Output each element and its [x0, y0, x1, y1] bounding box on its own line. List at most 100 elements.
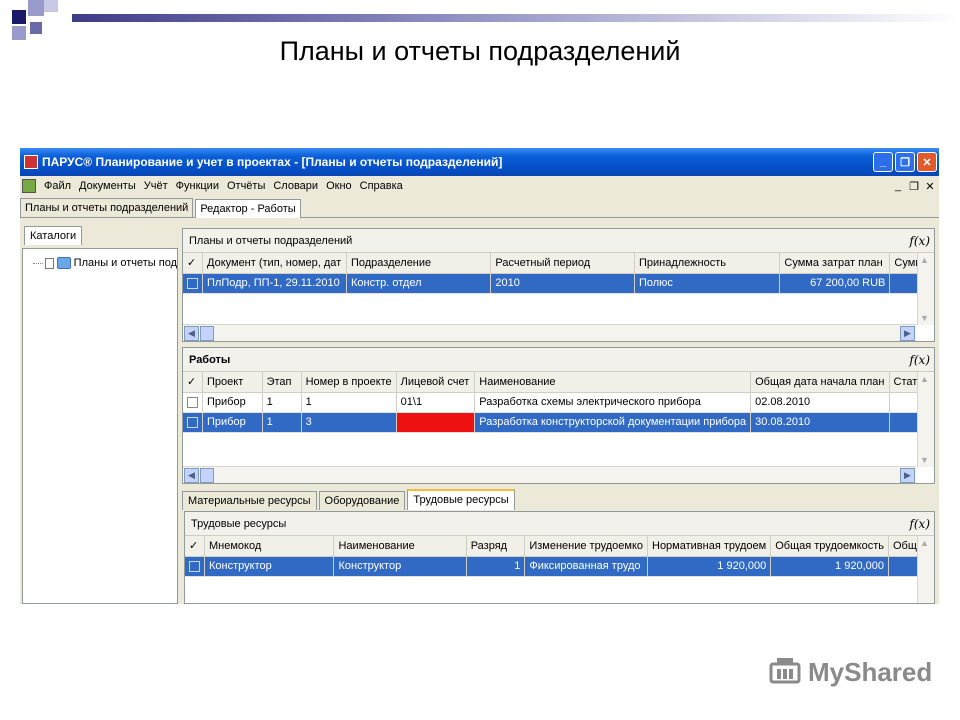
tab-catalogs[interactable]: Каталоги — [24, 226, 83, 245]
column-header-project[interactable]: Проект — [202, 372, 263, 393]
cell-change[interactable]: Фиксированная трудо — [524, 556, 648, 577]
plans-table: ✓ Документ (тип, номер, дат Подразделени… — [183, 253, 934, 294]
column-header-account[interactable]: Лицевой счет — [396, 372, 476, 393]
column-header-code[interactable]: Мнемокод — [204, 536, 335, 557]
app-icon — [24, 155, 38, 169]
table-row[interactable]: Прибор 1 3 01\1 Разработка конструкторск… — [183, 412, 935, 433]
table-row[interactable]: Конструктор Конструктор 1 Фиксированная … — [185, 556, 935, 577]
table-row[interactable]: ПлПодр, ПП-1, 29.11.2010 Констр. отдел 2… — [183, 273, 934, 294]
scroll-down-icon[interactable]: ▼ — [920, 455, 929, 465]
scroll-left-icon[interactable]: ◀ — [184, 326, 199, 341]
column-header-change[interactable]: Изменение трудоемко — [524, 536, 648, 557]
column-header-period[interactable]: Расчетный период — [490, 253, 635, 274]
tab-equipment[interactable]: Оборудование — [318, 491, 406, 510]
column-header-name[interactable]: Наименование — [333, 536, 467, 557]
cell-name[interactable]: Разработка конструкторской документации … — [474, 412, 752, 433]
menu-reports[interactable]: Отчёты — [223, 180, 269, 192]
labor-vertical-scrollbar[interactable]: ▲ — [917, 536, 934, 603]
scroll-right-icon[interactable]: ▶ — [900, 468, 915, 483]
scroll-up-icon[interactable]: ▲ — [920, 374, 929, 384]
cell-total[interactable]: 1 920,000 — [770, 556, 889, 577]
scroll-up-icon[interactable]: ▲ — [920, 255, 929, 265]
column-header-number[interactable]: Номер в проекте — [301, 372, 397, 393]
table-row[interactable]: Прибор 1 1 01\1 Разработка схемы электри… — [183, 392, 935, 413]
menu-file[interactable]: Файл — [40, 180, 75, 192]
mdi-minimize-button[interactable]: _ — [891, 180, 905, 192]
column-header-department[interactable]: Подразделение — [346, 253, 492, 274]
works-horizontal-scrollbar[interactable]: ◀ ▶ — [183, 466, 916, 483]
column-header-check[interactable]: ✓ — [183, 253, 203, 274]
column-header-name[interactable]: Наименование — [474, 372, 752, 393]
plans-horizontal-scrollbar[interactable]: ◀ ▶ — [183, 324, 916, 341]
scroll-thumb[interactable] — [200, 468, 214, 483]
tab-works-editor[interactable]: Редактор - Работы — [195, 199, 301, 218]
row-checkbox-cell[interactable] — [183, 273, 203, 294]
cell-number[interactable]: 1 — [301, 392, 397, 413]
cell-normative[interactable]: 1 920,000 — [647, 556, 772, 577]
tree-item[interactable]: Планы и отчеты под — [33, 257, 177, 269]
row-checkbox[interactable] — [187, 416, 198, 428]
minimize-button[interactable]: _ — [873, 152, 893, 172]
cell-stage[interactable]: 1 — [262, 412, 302, 433]
menu-documents[interactable]: Документы — [75, 180, 140, 192]
fx-icon[interactable]: f(x) — [909, 517, 930, 531]
column-header-start-date[interactable]: Общая дата начала план — [750, 372, 890, 393]
cell-document[interactable]: ПлПодр, ПП-1, 29.11.2010 — [202, 273, 347, 294]
cell-start-date[interactable]: 30.08.2010 — [750, 412, 890, 433]
menu-help[interactable]: Справка — [356, 180, 407, 192]
mdi-close-button[interactable]: ✕ — [923, 180, 937, 193]
tab-plans-reports[interactable]: Планы и отчеты подразделений — [20, 198, 194, 217]
cell-belonging[interactable]: Полюс — [634, 273, 781, 294]
menu-functions[interactable]: Функции — [172, 180, 223, 192]
maximize-button[interactable]: ❐ — [895, 152, 915, 172]
scroll-thumb[interactable] — [200, 326, 214, 341]
close-button[interactable]: ✕ — [917, 152, 937, 172]
tab-material-resources[interactable]: Материальные ресурсы — [182, 491, 317, 510]
cell-name[interactable]: Разработка схемы электрического прибора — [474, 392, 752, 413]
cell-account[interactable]: 01\1 — [396, 412, 476, 433]
column-header-grade[interactable]: Разряд — [466, 536, 526, 557]
row-checkbox[interactable] — [187, 396, 198, 408]
column-header-document[interactable]: Документ (тип, номер, дат — [202, 253, 347, 274]
cell-grade[interactable]: 1 — [466, 556, 526, 577]
menu-window[interactable]: Окно — [322, 180, 356, 192]
cell-number[interactable]: 3 — [301, 412, 397, 433]
cell-code[interactable]: Конструктор — [204, 556, 335, 577]
cell-start-date[interactable]: 02.08.2010 — [750, 392, 890, 413]
cell-project[interactable]: Прибор — [202, 392, 263, 413]
row-checkbox-cell[interactable] — [185, 556, 205, 577]
works-vertical-scrollbar[interactable]: ▲ ▼ — [917, 372, 934, 467]
row-checkbox-cell[interactable] — [183, 392, 203, 413]
column-header-normative[interactable]: Нормативная трудоем — [647, 536, 772, 557]
scroll-left-icon[interactable]: ◀ — [184, 468, 199, 483]
scroll-right-icon[interactable]: ▶ — [900, 326, 915, 341]
menu-dictionaries[interactable]: Словари — [269, 180, 322, 192]
fx-icon[interactable]: f(x) — [909, 234, 930, 248]
row-checkbox[interactable] — [189, 560, 200, 572]
cell-sum-plan[interactable]: 67 200,00 RUB — [779, 273, 891, 294]
column-header-check[interactable]: ✓ — [185, 536, 205, 557]
window-titlebar[interactable]: ПАРУС® Планирование и учет в проектах - … — [20, 148, 939, 176]
scroll-down-icon[interactable]: ▼ — [920, 313, 929, 323]
column-header-check[interactable]: ✓ — [183, 372, 203, 393]
row-checkbox[interactable] — [187, 277, 198, 289]
column-header-total[interactable]: Общая трудоемкость — [770, 536, 889, 557]
cell-account[interactable]: 01\1 — [396, 392, 476, 413]
cell-period[interactable]: 2010 — [490, 273, 635, 294]
plans-vertical-scrollbar[interactable]: ▲ ▼ — [917, 253, 934, 325]
column-header-sum-plan[interactable]: Сумма затрат план — [779, 253, 891, 274]
cell-department[interactable]: Констр. отдел — [346, 273, 492, 294]
menu-accounting[interactable]: Учёт — [140, 180, 172, 192]
tab-labor-resources[interactable]: Трудовые ресурсы — [407, 489, 515, 510]
tree-checkbox[interactable] — [44, 257, 55, 269]
row-checkbox-cell[interactable] — [183, 412, 203, 433]
scroll-up-icon[interactable]: ▲ — [920, 538, 929, 548]
fx-icon[interactable]: f(x) — [909, 353, 930, 367]
cell-stage[interactable]: 1 — [262, 392, 302, 413]
column-header-belonging[interactable]: Принадлежность — [634, 253, 781, 274]
cell-project[interactable]: Прибор — [202, 412, 263, 433]
column-header-stage[interactable]: Этап — [262, 372, 302, 393]
mdi-restore-button[interactable]: ❐ — [907, 180, 921, 193]
tree-item-label: Планы и отчеты под — [73, 257, 178, 269]
cell-name[interactable]: Конструктор — [333, 556, 467, 577]
